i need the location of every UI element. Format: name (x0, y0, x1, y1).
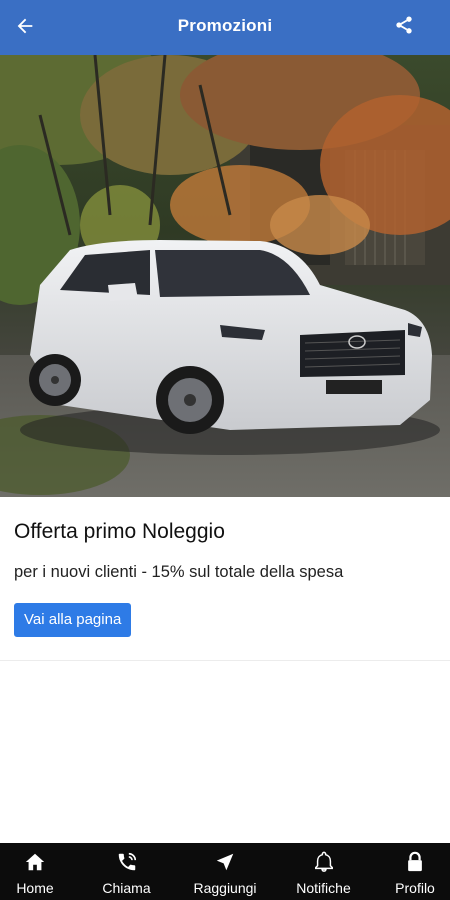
tab-label: Profilo (395, 880, 435, 896)
promo-description: per i nuovi clienti - 15% sul totale del… (14, 563, 344, 581)
tab-label: Chiama (102, 880, 151, 896)
tab-profile[interactable]: Profilo (380, 843, 450, 900)
share-icon[interactable] (394, 15, 414, 35)
tab-call[interactable]: Chiama (85, 843, 169, 900)
tab-label: Notifiche (296, 880, 351, 896)
home-icon (25, 853, 45, 871)
tab-notifications[interactable]: Notifiche (282, 843, 366, 900)
bell-icon (314, 851, 333, 872)
tab-home[interactable]: Home (0, 843, 70, 900)
divider (0, 660, 450, 661)
bottom-navigation: Home Chiama Raggiungi Notifiche Profilo (0, 843, 450, 900)
lock-icon (408, 851, 422, 872)
tab-label: Home (16, 880, 54, 896)
page-title: Promozioni (177, 16, 273, 35)
open-page-button[interactable]: Vai alla pagina (14, 603, 132, 637)
phone-icon (118, 852, 136, 871)
navigation-arrow-icon (216, 853, 234, 871)
promo-title: Offerta primo Noleggio (14, 520, 225, 543)
tab-label: Raggiungi (193, 880, 257, 896)
promo-image (0, 55, 450, 497)
tab-directions[interactable]: Raggiungi (183, 843, 267, 900)
top-app-bar: Promozioni (0, 0, 450, 55)
